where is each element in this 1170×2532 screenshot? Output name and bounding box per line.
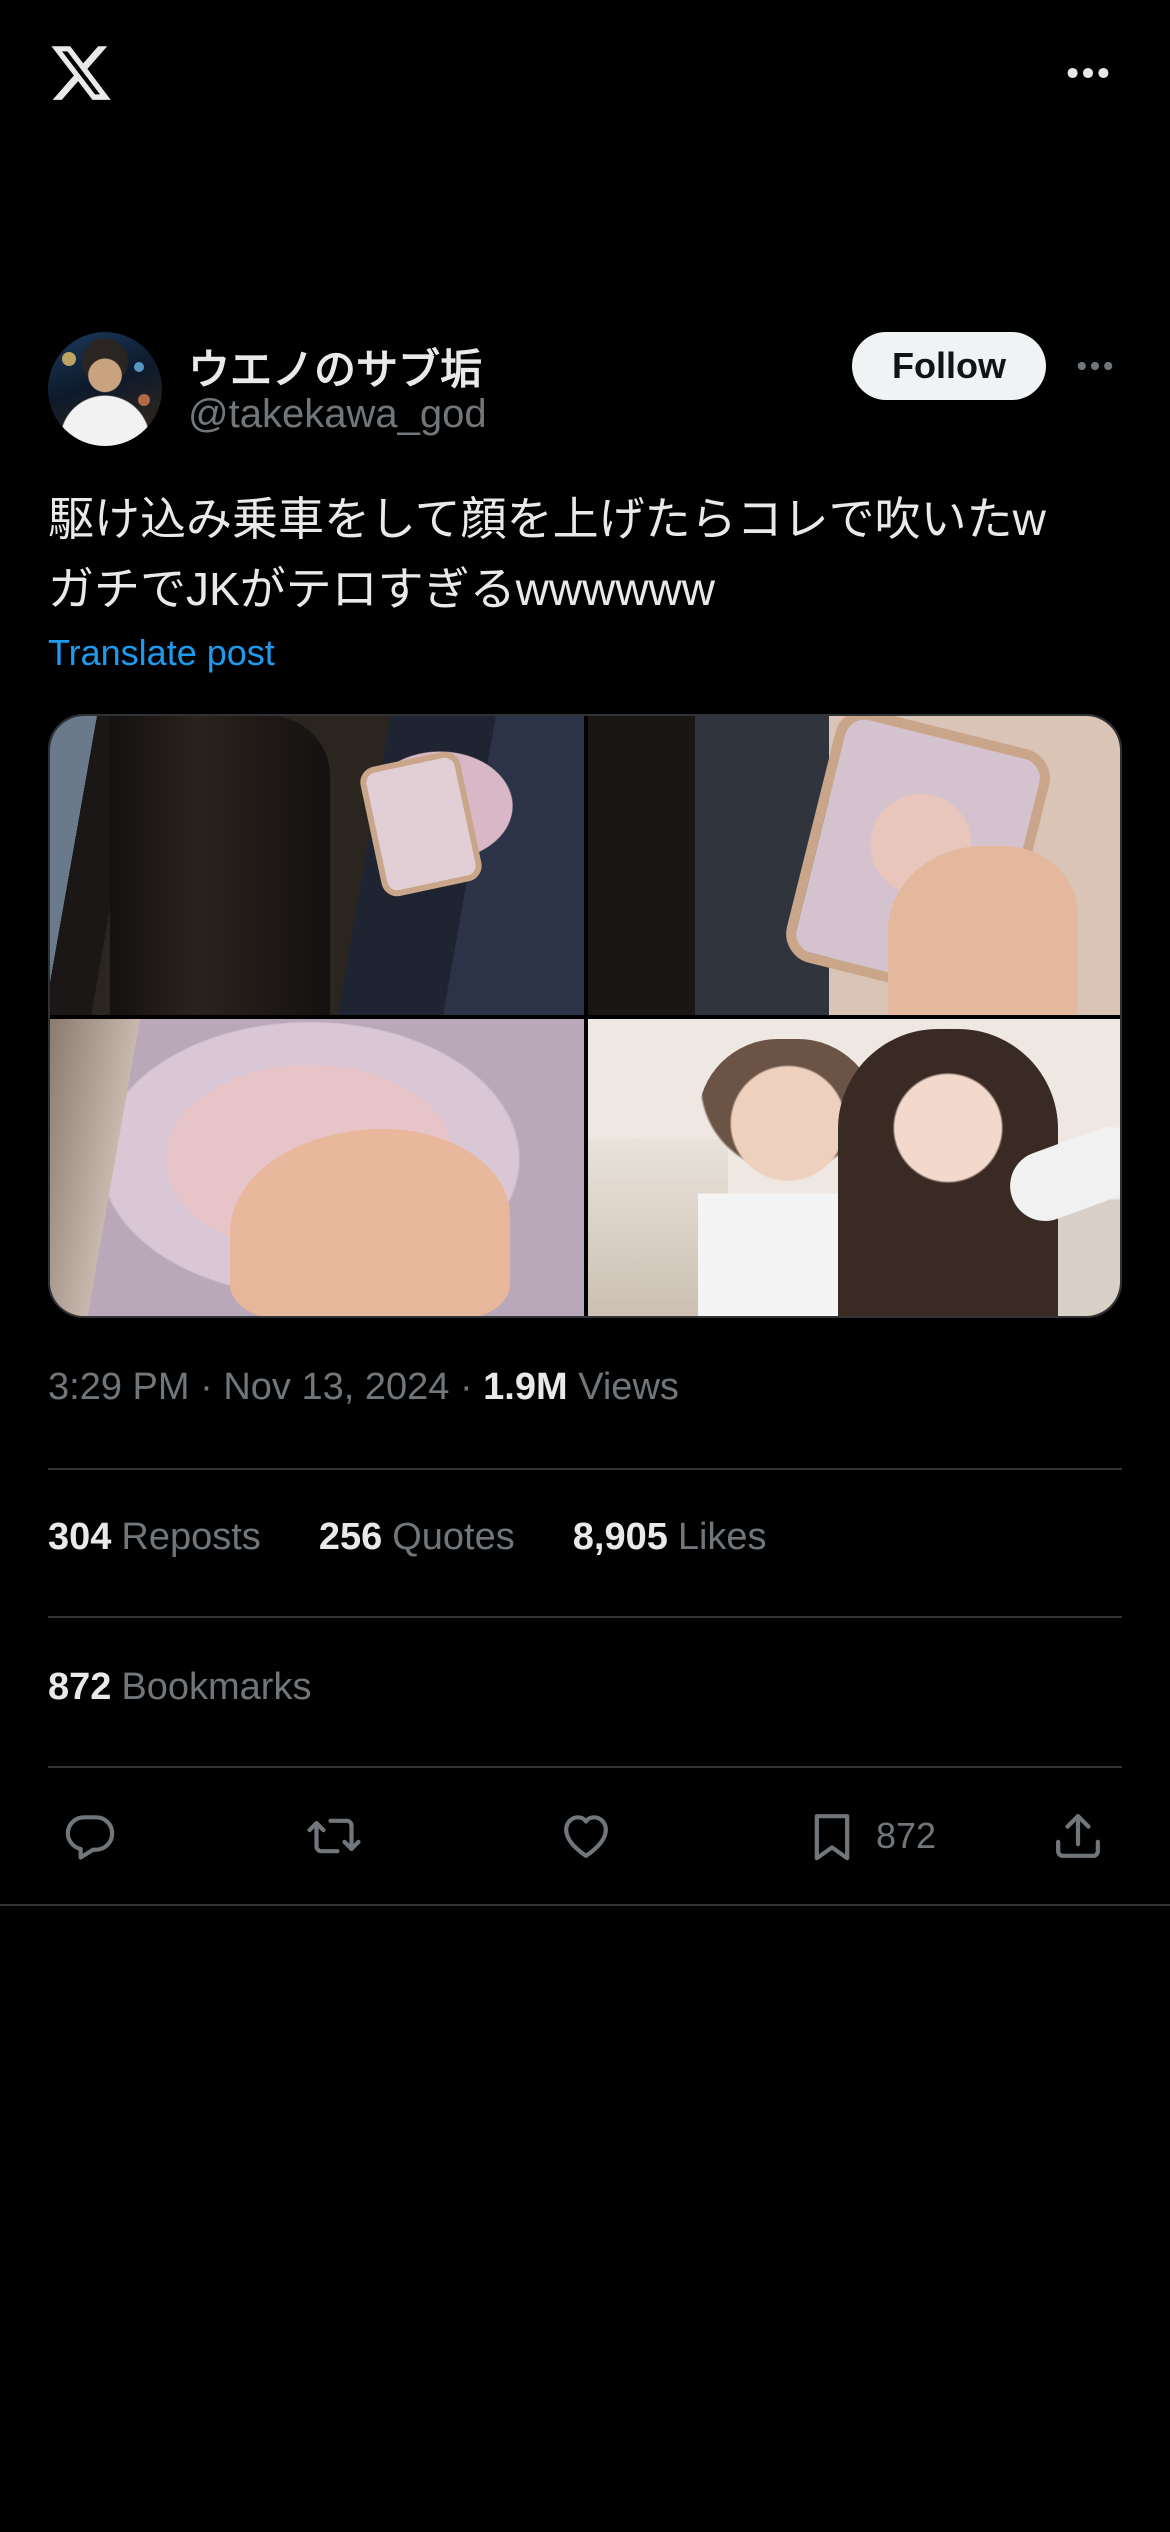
share-icon bbox=[1056, 1814, 1100, 1858]
reposts-count: 304 bbox=[48, 1516, 112, 1558]
more-horizontal-icon[interactable] bbox=[1068, 344, 1122, 388]
likes-label: Likes bbox=[677, 1516, 767, 1558]
post-text: 駆け込み乗車をして顔を上げたらコレで吹いたw ガチでJKがテロすぎるwwwwww bbox=[48, 484, 1122, 624]
media-image-3[interactable] bbox=[50, 1019, 584, 1316]
bookmark-icon bbox=[814, 1814, 850, 1861]
quotes-label: Quotes bbox=[392, 1516, 515, 1558]
reply-button[interactable] bbox=[62, 1806, 118, 1866]
repost-button[interactable] bbox=[306, 1806, 362, 1866]
quotes-stat[interactable]: 256 Quotes bbox=[319, 1516, 515, 1559]
engagement-stats: 304 Reposts 256 Quotes 8,905 Likes bbox=[48, 1516, 767, 1559]
post-meta: 3:29 PM · Nov 13, 2024 · 1.9M Views bbox=[48, 1366, 679, 1409]
media-grid bbox=[48, 714, 1122, 1318]
bookmark-count: 872 bbox=[876, 1815, 937, 1856]
more-horizontal-icon[interactable] bbox=[1058, 50, 1118, 96]
bookmark-button[interactable]: 872 bbox=[804, 1806, 936, 1866]
divider bbox=[0, 1904, 1170, 1906]
translate-post-link[interactable]: Translate post bbox=[48, 632, 275, 674]
reply-icon bbox=[65, 1815, 115, 1860]
likes-stat[interactable]: 8,905 Likes bbox=[573, 1516, 767, 1559]
post-text-line: ガチでJKがテロすぎるwwwwww bbox=[48, 563, 715, 615]
author-display-name[interactable]: ウエノのサブ垢 bbox=[188, 336, 482, 397]
x-logo-icon[interactable] bbox=[48, 40, 114, 106]
bookmarks-count: 872 bbox=[48, 1666, 112, 1708]
media-image-2[interactable] bbox=[588, 716, 1120, 1015]
top-bar bbox=[0, 0, 1170, 150]
author-handle[interactable]: @takekawa_god bbox=[188, 392, 487, 437]
like-button[interactable] bbox=[558, 1806, 614, 1866]
post-time[interactable]: 3:29 PM bbox=[48, 1366, 190, 1408]
bookmarks-stat[interactable]: 872 Bookmarks bbox=[48, 1666, 311, 1709]
post-text-line: 駆け込み乗車をして顔を上げたらコレで吹いたw bbox=[48, 493, 1046, 545]
media-image-1[interactable] bbox=[50, 716, 584, 1015]
follow-button[interactable]: Follow bbox=[852, 332, 1046, 400]
reposts-label: Reposts bbox=[121, 1516, 261, 1558]
quotes-count: 256 bbox=[318, 1516, 383, 1558]
heart-icon bbox=[564, 1815, 608, 1858]
share-button[interactable] bbox=[1050, 1806, 1106, 1866]
separator: · bbox=[459, 1366, 484, 1408]
reposts-stat[interactable]: 304 Reposts bbox=[48, 1516, 261, 1559]
bookmarks-label: Bookmarks bbox=[121, 1666, 312, 1708]
separator: · bbox=[200, 1366, 224, 1408]
divider bbox=[48, 1616, 1122, 1618]
repost-icon bbox=[307, 1818, 361, 1854]
post-date[interactable]: Nov 13, 2024 bbox=[223, 1366, 449, 1408]
media-image-4[interactable] bbox=[588, 1019, 1120, 1316]
divider bbox=[48, 1766, 1122, 1768]
views-label: Views bbox=[578, 1366, 679, 1408]
avatar[interactable] bbox=[48, 332, 162, 446]
views-count: 1.9M bbox=[483, 1366, 568, 1408]
author-row: ウエノのサブ垢 @takekawa_god Follow bbox=[48, 332, 1122, 452]
likes-count: 8,905 bbox=[572, 1516, 668, 1558]
divider bbox=[48, 1468, 1122, 1470]
